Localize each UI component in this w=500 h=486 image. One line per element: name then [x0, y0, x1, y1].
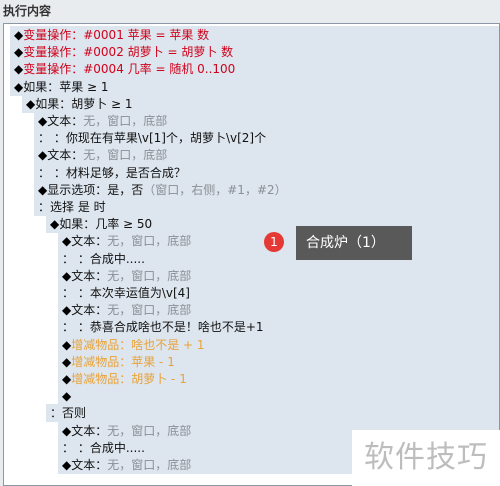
command-text: ：本次幸运值为\v[4]	[74, 286, 190, 300]
diamond-icon: ◆	[38, 148, 48, 163]
command-row[interactable]: ： ：你现在有苹果\v[1]个，胡萝卜\v[2]个	[4, 129, 499, 148]
command-text: ：材料足够，是否合成？	[50, 165, 186, 180]
command-text: 变量操作：#0001 苹果 = 苹果 数	[23, 28, 210, 42]
diamond-icon: ◆	[62, 372, 72, 386]
step-badge: 1	[264, 232, 284, 252]
command-row[interactable]: ：选择 是 时	[4, 198, 499, 216]
diamond-icon: ◆	[14, 79, 24, 94]
diamond-icon: ◆	[62, 354, 72, 369]
diamond-icon: ◆	[62, 268, 72, 283]
command-text: 文本：	[71, 268, 108, 283]
command-text: ：	[38, 165, 51, 180]
diamond-icon: ◆	[50, 217, 60, 232]
command-text: ：恭喜合成啥也不是！啥也不是+1	[74, 320, 264, 335]
command-text: 文本：	[71, 234, 108, 249]
diamond-icon: ◆	[62, 303, 72, 318]
command-text: 无，窗口，底部	[107, 458, 192, 472]
command-row[interactable]: ◆增减物品：啥也不是 + 1	[4, 335, 499, 354]
panel-title: 执行内容	[0, 0, 500, 22]
command-row[interactable]: ◆变量操作：#0001 苹果 = 苹果 数	[4, 26, 499, 44]
command-text: ：	[62, 320, 75, 335]
watermark: 软件技巧	[352, 430, 500, 486]
command-text: 文本：	[71, 303, 108, 318]
indent-band	[58, 387, 499, 406]
command-text: 无，窗口，底部	[107, 423, 192, 438]
diamond-icon: ◆	[38, 182, 48, 197]
command-row[interactable]: ：否则	[4, 404, 499, 423]
command-text: 如果：几率 ≥ 50	[59, 217, 153, 232]
diamond-icon: ◆	[14, 45, 24, 60]
command-row[interactable]: ◆文本：无，窗口，底部	[4, 301, 499, 320]
diamond-icon: ◆	[38, 114, 48, 128]
command-row[interactable]: ： ：合成中.....	[4, 249, 499, 268]
diamond-icon: ◆	[14, 28, 24, 42]
command-text: 变量操作：#0002 胡萝卜 = 胡萝卜 数	[23, 45, 234, 60]
diamond-icon: ◆	[62, 423, 72, 438]
command-text: 文本：	[71, 423, 108, 438]
command-row[interactable]: ◆文本：无，窗口，底部	[4, 112, 499, 130]
command-text: ：	[62, 286, 75, 300]
command-text: 增减物品：啥也不是 + 1	[71, 337, 205, 352]
command-text: ：合成中.....	[74, 440, 145, 455]
command-text: ：合成中.....	[74, 251, 145, 266]
command-text: 增减物品：胡萝卜 - 1	[71, 372, 187, 386]
diamond-icon: ◆	[62, 458, 72, 472]
command-list[interactable]: ◆变量操作：#0001 苹果 = 苹果 数 ◆变量操作：#0002 胡萝卜 = 胡…	[3, 23, 500, 486]
command-row[interactable]: ◆文本：无，窗口，底部	[4, 232, 499, 251]
command-row[interactable]: ◆变量操作：#0004 几率 = 随机 0..100	[4, 60, 499, 79]
command-text: 显示选项：是，否	[47, 182, 144, 197]
command-row[interactable]: ◆显示选项：是，否（窗口，右侧，#1，#2）	[4, 180, 499, 199]
command-row[interactable]: ◆文本：无，窗口，底部	[4, 266, 499, 285]
command-text: 变量操作：#0004 几率 = 随机 0..100	[23, 62, 236, 77]
command-row[interactable]: ◆	[4, 387, 499, 406]
command-row[interactable]: ： ：材料足够，是否合成？	[4, 163, 499, 182]
command-text: 无，窗口，底部	[83, 148, 168, 163]
command-row[interactable]: ◆如果：苹果 ≥ 1	[4, 77, 499, 96]
diamond-icon: ◆	[14, 62, 24, 77]
command-text: ：你现在有苹果\v[1]个，胡萝卜\v[2]个	[50, 131, 267, 146]
command-text: 文本：	[71, 458, 108, 472]
diamond-icon: ◆	[62, 234, 72, 249]
diamond-icon: ◆	[62, 337, 72, 352]
command-text: ：	[62, 440, 75, 455]
command-row[interactable]: ◆增减物品：胡萝卜 - 1	[4, 370, 499, 388]
command-text: 无，窗口，底部	[83, 114, 168, 128]
tooltip-label: 合成炉（1）	[296, 226, 412, 260]
command-row[interactable]: ◆如果：几率 ≥ 50	[4, 215, 499, 234]
command-text: 文本：	[47, 148, 84, 163]
command-row[interactable]: ◆文本：无，窗口，底部	[4, 146, 499, 165]
command-row[interactable]: ： ：本次幸运值为\v[4]	[4, 284, 499, 302]
indent-band	[46, 404, 499, 423]
command-text: 无，窗口，底部	[107, 268, 192, 283]
command-text: 增减物品：苹果 - 1	[71, 354, 175, 369]
command-text: 如果：胡萝卜 ≥ 1	[35, 96, 133, 111]
command-text: （窗口，右侧，#1，#2）	[143, 182, 287, 197]
diamond-icon: ◆	[26, 96, 36, 111]
command-text: ：	[38, 131, 51, 146]
command-text: 无，窗口，底部	[107, 234, 192, 249]
command-text: 文本：	[47, 114, 84, 128]
command-text: ：	[62, 251, 75, 266]
command-row[interactable]: ◆变量操作：#0002 胡萝卜 = 胡萝卜 数	[4, 43, 499, 62]
diamond-icon: ◆	[62, 389, 72, 404]
command-text: ：选择 是 时	[38, 200, 106, 214]
command-row[interactable]: ◆如果：胡萝卜 ≥ 1	[4, 94, 499, 113]
event-contents-panel: 执行内容 ◆变量操作：#0001 苹果 = 苹果 数 ◆变量操作：#0002 胡萝…	[0, 0, 500, 486]
command-text: 如果：苹果 ≥ 1	[23, 79, 109, 94]
command-row[interactable]: ◆增减物品：苹果 - 1	[4, 352, 499, 371]
command-text: 无，窗口，底部	[107, 303, 192, 318]
command-text: ：否则	[50, 406, 87, 421]
command-row[interactable]: ： ：恭喜合成啥也不是！啥也不是+1	[4, 318, 499, 337]
